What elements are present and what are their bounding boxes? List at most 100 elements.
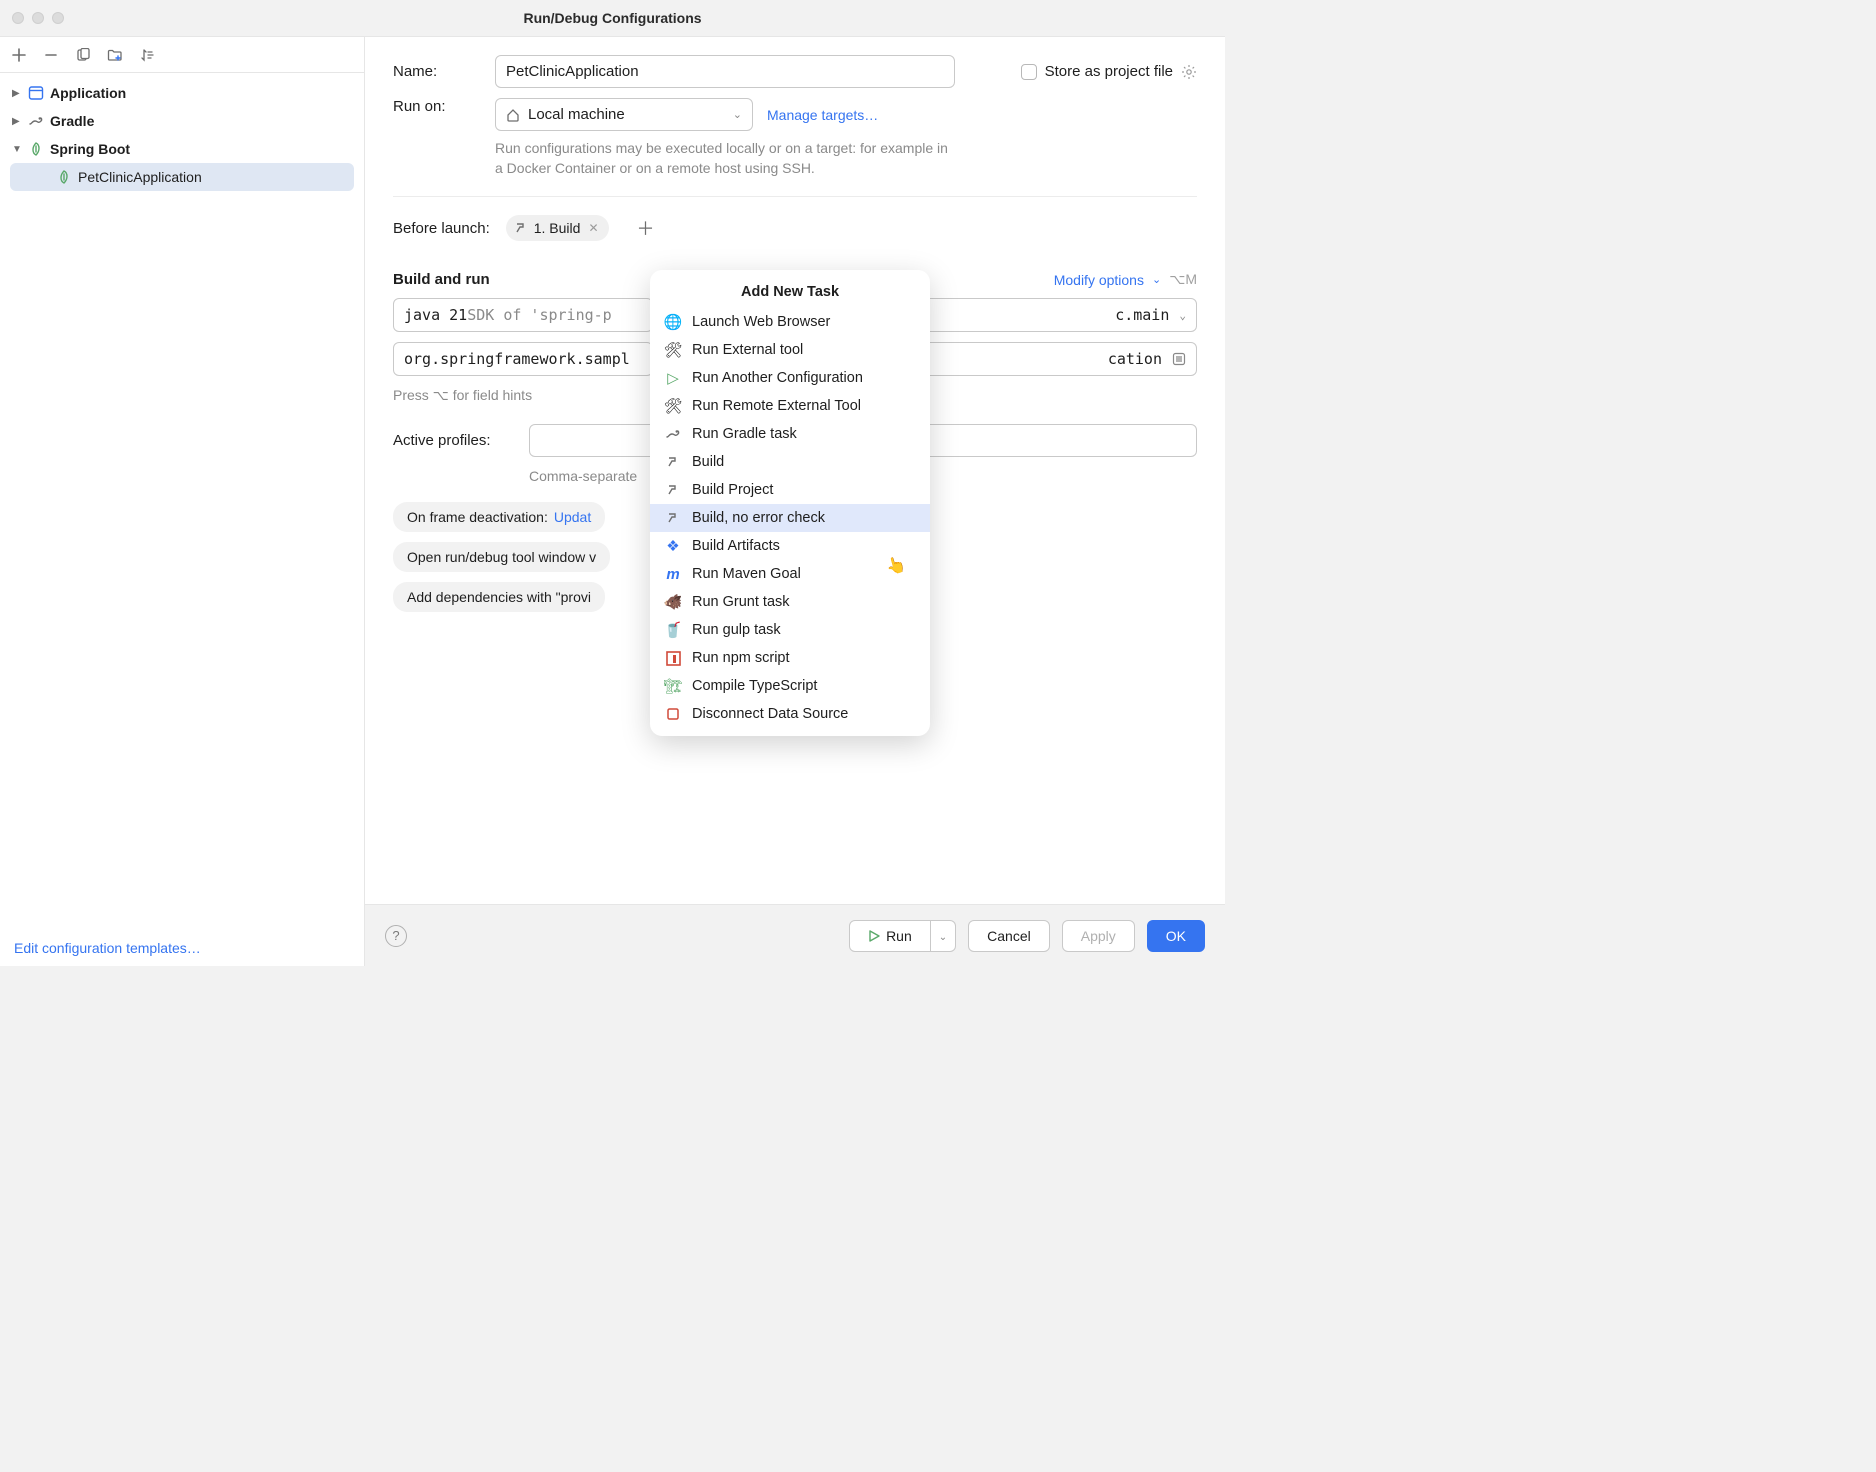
apply-button[interactable]: Apply [1062, 920, 1135, 952]
close-icon[interactable]: ✕ [588, 221, 598, 235]
popup-item-div542x[interactable]: 🐗Run Grunt task [650, 588, 930, 616]
cancel-button[interactable]: Cancel [968, 920, 1050, 952]
pill-open-tool-window[interactable]: Open run/debug tool window v [393, 542, 610, 572]
zoom-window-icon[interactable] [52, 12, 64, 24]
jdk-field[interactable]: java 21 SDK of 'spring-p [393, 298, 653, 332]
edit-templates-link[interactable]: Edit configuration templates… [14, 940, 201, 956]
tree-node-gradle[interactable]: ▶ Gradle [0, 107, 364, 135]
name-input[interactable] [495, 55, 955, 88]
chevron-down-icon: ⌄ [1152, 273, 1161, 286]
typescript-icon: 🏗 [664, 677, 682, 695]
popup-item-launch-browser[interactable]: 🌐Launch Web Browser [650, 308, 930, 336]
remove-config-icon[interactable] [42, 46, 60, 64]
runon-value: Local machine [528, 106, 625, 123]
tree-node-application[interactable]: ▶ Application [0, 79, 364, 107]
titlebar: Run/Debug Configurations [0, 0, 1225, 36]
sidebar: ▶ Application ▶ Gradle ▼ [0, 37, 365, 966]
popup-item-typescript[interactable]: 🏗Compile TypeScript [650, 672, 930, 700]
ok-button[interactable]: OK [1147, 920, 1205, 952]
globe-icon: 🌐 [664, 313, 682, 331]
popup-item-gradle[interactable]: Run Gradle task [650, 420, 930, 448]
popup-item-gulp[interactable]: 🥤Run gulp task [650, 616, 930, 644]
close-window-icon[interactable] [12, 12, 24, 24]
chevron-right-icon: ▶ [12, 116, 22, 127]
pill-add-dependencies[interactable]: Add dependencies with "provi [393, 582, 605, 612]
runon-row: Run on: Local machine ⌄ Manage targets… … [393, 98, 1197, 178]
tools-icon: 🛠 [664, 397, 682, 415]
gulp-icon: 🥤 [664, 621, 682, 639]
sidebar-toolbar [0, 37, 364, 73]
disconnect-icon [664, 705, 682, 723]
popup-item-build-project[interactable]: Build Project [650, 476, 930, 504]
modify-options-link[interactable]: Modify options [1054, 272, 1144, 288]
popup-item-disconnect-ds[interactable]: Disconnect Data Source [650, 700, 930, 728]
popup-item-build-no-error[interactable]: Build, no error check [650, 504, 930, 532]
chevron-down-icon: ▼ [12, 144, 22, 155]
minimize-window-icon[interactable] [32, 12, 44, 24]
popup-item-external-tool[interactable]: 🛠Run External tool [650, 336, 930, 364]
tree-label: Spring Boot [50, 141, 130, 157]
list-icon[interactable] [1172, 352, 1186, 366]
maven-icon: m [664, 565, 682, 583]
hammer-icon [664, 481, 682, 499]
manage-targets-link[interactable]: Manage targets… [767, 107, 878, 123]
tree-label: Application [50, 85, 126, 101]
runon-hint: Run configurations may be executed local… [495, 139, 955, 178]
gear-icon[interactable] [1181, 64, 1197, 80]
hammer-icon [514, 221, 528, 235]
add-config-icon[interactable] [10, 46, 28, 64]
module-field[interactable]: org.springframework.sampl [393, 342, 653, 376]
footer: ? Run ⌄ Cancel Apply OK [365, 904, 1225, 966]
build-run-title: Build and run [393, 271, 490, 288]
runon-label: Run on: [393, 98, 479, 115]
divider [393, 196, 1197, 197]
window: Run/Debug Configurations [0, 0, 1225, 966]
help-icon[interactable]: ? [385, 925, 407, 947]
npm-icon [664, 649, 682, 667]
chevron-down-icon: ⌄ [733, 108, 742, 121]
artifacts-icon: ❖ [664, 537, 682, 555]
spring-boot-icon [56, 169, 72, 185]
popup-item-run-another[interactable]: ▷Run Another Configuration [650, 364, 930, 392]
sort-config-icon[interactable] [138, 46, 156, 64]
play-icon: ▷ [664, 369, 682, 387]
grunt-icon: 🐗 [664, 593, 682, 611]
copy-config-icon[interactable] [74, 46, 92, 64]
home-icon [506, 108, 520, 122]
store-label: Store as project file [1045, 63, 1173, 80]
config-tree: ▶ Application ▶ Gradle ▼ [0, 73, 364, 930]
before-launch-row: Before launch: 1. Build ✕ ＋ [393, 215, 1197, 241]
tools-icon: 🛠 [664, 341, 682, 359]
add-task-button[interactable]: ＋ [637, 215, 655, 241]
popup-item-build-artifacts[interactable]: ❖Build Artifacts [650, 532, 930, 560]
popup-item-build[interactable]: Build [650, 448, 930, 476]
application-icon [28, 85, 44, 101]
runon-select[interactable]: Local machine ⌄ [495, 98, 753, 131]
run-button[interactable]: Run [849, 920, 931, 952]
name-label: Name: [393, 63, 479, 80]
name-row: Name: Store as project file [393, 55, 1197, 88]
body: ▶ Application ▶ Gradle ▼ [0, 36, 1225, 966]
tree-node-petclinic[interactable]: PetClinicApplication [10, 163, 354, 191]
pill-frame-deactivation[interactable]: On frame deactivation: Updat [393, 502, 605, 532]
before-launch-chip[interactable]: 1. Build ✕ [506, 215, 609, 241]
chevron-down-icon: ⌄ [1179, 309, 1186, 322]
popup-item-remote-external[interactable]: 🛠Run Remote External Tool [650, 392, 930, 420]
spring-boot-icon [28, 141, 44, 157]
run-button-group: Run ⌄ [849, 920, 956, 952]
popup-title: Add New Task [650, 280, 930, 308]
sidebar-footer: Edit configuration templates… [0, 930, 364, 966]
store-checkbox[interactable] [1021, 64, 1037, 80]
folder-config-icon[interactable] [106, 46, 124, 64]
run-dropdown[interactable]: ⌄ [931, 920, 956, 952]
gradle-icon [664, 425, 682, 443]
hammer-icon [664, 453, 682, 471]
tree-node-spring-boot[interactable]: ▼ Spring Boot [0, 135, 364, 163]
tree-label: PetClinicApplication [78, 169, 202, 185]
popup-item-npm[interactable]: Run npm script [650, 644, 930, 672]
tree-label: Gradle [50, 113, 94, 129]
active-profiles-label: Active profiles: [393, 432, 513, 449]
add-task-popup: Add New Task 🌐Launch Web Browser 🛠Run Ex… [650, 270, 930, 736]
modify-shortcut: ⌥M [1169, 271, 1197, 288]
traffic-lights [12, 12, 64, 24]
